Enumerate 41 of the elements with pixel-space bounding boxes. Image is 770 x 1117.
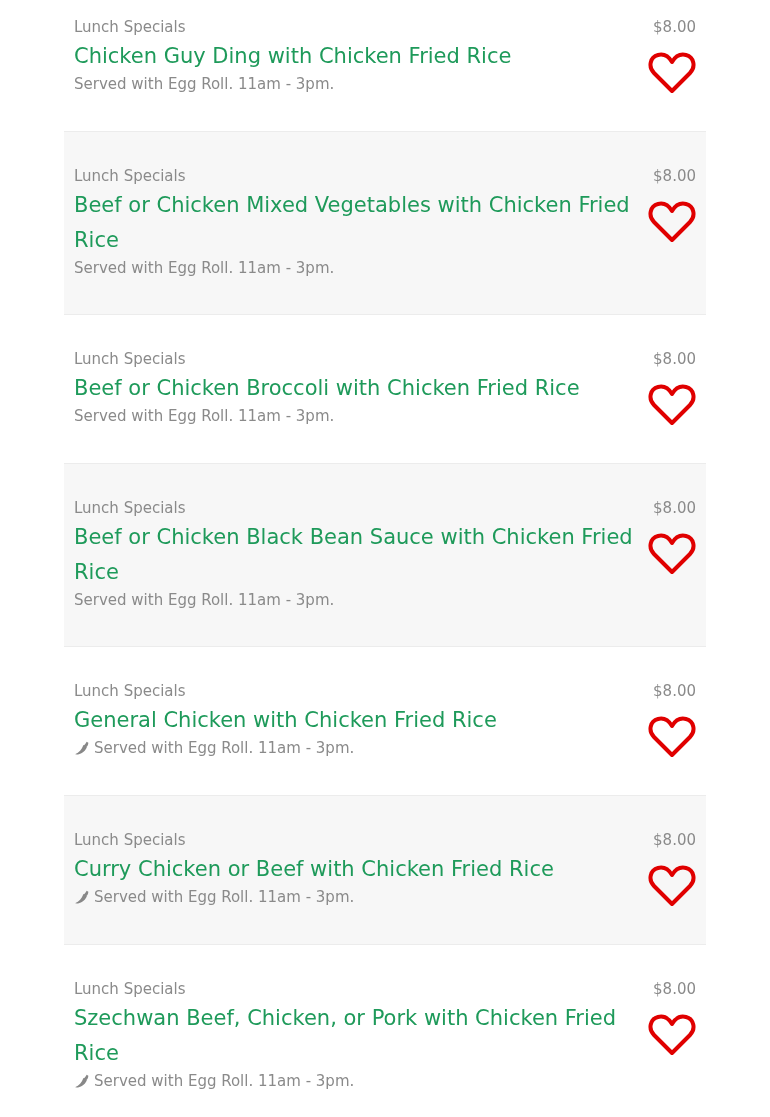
dish-description: Served with Egg Roll. 11am - 3pm. <box>74 74 335 94</box>
chili-pepper-icon <box>74 1073 91 1089</box>
dish-name: Beef or Chicken Black Bean Sauce with Chicken Fried Rice <box>74 524 634 586</box>
category-label: Lunch Specials <box>74 681 186 701</box>
dish-description: Served with Egg Roll. 11am - 3pm. <box>74 590 335 610</box>
price: $8.00 <box>653 830 696 850</box>
dish-name: Beef or Chicken Mixed Vegetables with Chicken Fried Rice <box>74 192 631 254</box>
chili-pepper-icon <box>74 740 91 756</box>
chili-pepper-icon <box>74 889 91 905</box>
category-label: Lunch Specials <box>74 498 186 518</box>
category-label: Lunch Specials <box>74 979 186 999</box>
dish-name: Chicken Guy Ding with Chicken Fried Rice <box>74 43 512 70</box>
price: $8.00 <box>653 979 696 999</box>
heart-icon[interactable] <box>648 1013 696 1057</box>
menu-item[interactable]: Lunch Specials Beef or Chicken Black Bean Sauce with Chicken Fried Rice Served with Egg Roll. 11am - 3pm. $8.00 <box>64 464 706 647</box>
price: $8.00 <box>653 681 696 701</box>
heart-icon[interactable] <box>648 51 696 95</box>
category-label: Lunch Specials <box>74 17 186 37</box>
dish-name: General Chicken with Chicken Fried Rice <box>74 707 497 734</box>
dish-description: Served with Egg Roll. 11am - 3pm. <box>94 1071 355 1091</box>
dish-name: Szechwan Beef, Chicken, or Pork with Chicken Fried Rice <box>74 1005 618 1067</box>
menu-item[interactable]: Lunch Specials Curry Chicken or Beef with Chicken Fried Rice Served with Egg Roll. 11am - 3pm. $8.00 <box>64 796 706 945</box>
menu-item[interactable]: Lunch Specials Beef or Chicken Mixed Vegetables with Chicken Fried Rice Served with Egg Roll. 11am - 3pm. $8.00 <box>64 132 706 315</box>
heart-icon[interactable] <box>648 715 696 759</box>
dish-description: Served with Egg Roll. 11am - 3pm. <box>94 887 355 907</box>
dish-description: Served with Egg Roll. 11am - 3pm. <box>74 406 335 426</box>
heart-icon[interactable] <box>648 383 696 427</box>
dish-description: Served with Egg Roll. 11am - 3pm. <box>94 738 355 758</box>
category-label: Lunch Specials <box>74 166 186 186</box>
price: $8.00 <box>653 498 696 518</box>
price: $8.00 <box>653 349 696 369</box>
category-label: Lunch Specials <box>74 349 186 369</box>
dish-name: Curry Chicken or Beef with Chicken Fried Rice <box>74 856 554 883</box>
price: $8.00 <box>653 166 696 186</box>
heart-icon[interactable] <box>648 864 696 908</box>
category-label: Lunch Specials <box>74 830 186 850</box>
dish-name: Beef or Chicken Broccoli with Chicken Fried Rice <box>74 375 580 402</box>
dish-description: Served with Egg Roll. 11am - 3pm. <box>74 258 335 278</box>
price: $8.00 <box>653 17 696 37</box>
heart-icon[interactable] <box>648 532 696 576</box>
heart-icon[interactable] <box>648 200 696 244</box>
